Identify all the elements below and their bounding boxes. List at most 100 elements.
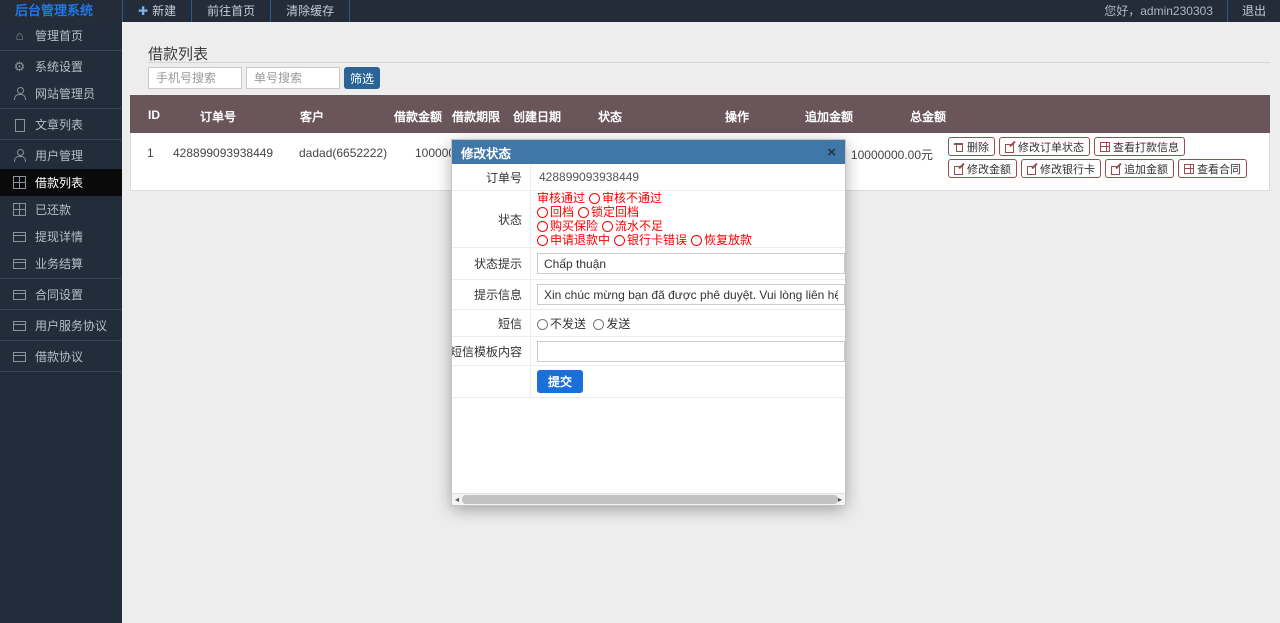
edit-icon (954, 164, 964, 175)
status-option-insufficient-flow[interactable]: 流水不足 (615, 219, 663, 233)
sidebar-item-home[interactable]: ⌂ 管理首页 (0, 22, 122, 49)
status-option-buy-insurance[interactable]: 购买保险 (550, 219, 598, 233)
cell-id: 1 (147, 146, 154, 160)
order-no-value: 428899093938449 (539, 170, 640, 184)
delete-button[interactable]: 删除 (948, 137, 995, 156)
column-header-order-no: 订单号 (200, 110, 237, 124)
actions-line-1: 删除 修改订单状态 查看打款信息 (948, 137, 1247, 156)
card-icon (13, 259, 26, 269)
filter-button[interactable]: 筛选 (344, 67, 380, 89)
sms-option-no-send[interactable]: 不发送 (550, 317, 586, 331)
menu-item-go-home[interactable]: 前往首页 (192, 0, 272, 22)
sidebar-item-users[interactable]: 用户管理 (0, 142, 122, 169)
sidebar-divider (0, 139, 122, 140)
edit-order-status-button[interactable]: 修改订单状态 (999, 137, 1090, 156)
order-search-input[interactable] (246, 67, 340, 89)
radio-buy-insurance[interactable] (537, 221, 548, 232)
radio-sms-no-send[interactable] (537, 318, 548, 330)
sidebar-item-withdrawals[interactable]: 提现详情 (0, 223, 122, 250)
sidebar-item-loan-agreement[interactable]: 借款协议 (0, 343, 122, 370)
sms-template-input[interactable] (537, 340, 845, 362)
edit-bank-card-button[interactable]: 修改银行卡 (1021, 159, 1101, 178)
radio-rollback[interactable] (537, 207, 548, 218)
radio-sms-send[interactable] (593, 318, 605, 330)
card-icon (13, 290, 26, 300)
cell-total-amount: 10000000.00元 (850, 148, 933, 162)
modal-row-order-no: 订单号 428899093938449 (452, 164, 845, 191)
logout-button[interactable]: 退出 (1226, 0, 1280, 22)
empty-label (452, 366, 531, 397)
sidebar-item-label: 用户管理 (35, 149, 84, 163)
status-option-resume-lending[interactable]: 恢复放款 (704, 233, 752, 247)
status-option-lock-rollback[interactable]: 锁定回档 (591, 205, 639, 219)
edit-amount-button[interactable]: 修改金额 (948, 159, 1017, 178)
modal-header[interactable]: 修改状态 × (452, 140, 845, 164)
card-icon (13, 352, 26, 362)
app-title: 后台管理系统 (15, 3, 94, 18)
sidebar-item-label: 已还款 (35, 203, 72, 217)
modal-empty-area (452, 398, 845, 493)
add-amount-button[interactable]: 追加金额 (1105, 159, 1174, 178)
sidebar-item-label: 业务结算 (35, 257, 84, 271)
action-label: 追加金额 (1124, 163, 1168, 176)
scrollbar-thumb[interactable] (462, 495, 838, 504)
modal-row-message: 提示信息 (452, 280, 845, 310)
user-icon (13, 149, 26, 162)
status-label: 状态 (452, 191, 531, 247)
menu-item-new-label: 新建 (152, 4, 177, 18)
sidebar-item-repaid[interactable]: 已还款 (0, 196, 122, 223)
sidebar-divider (0, 340, 122, 341)
radio-refund-applying[interactable] (537, 235, 548, 246)
order-no-label: 订单号 (452, 164, 531, 190)
cell-order-no: 428899093938449 (173, 146, 274, 160)
sidebar-item-label: 借款列表 (35, 176, 84, 190)
modal-row-status-hint: 状态提示 (452, 248, 845, 280)
sidebar-item-label: 系统设置 (35, 60, 84, 74)
column-header-loan-term: 借款期限 (452, 110, 501, 124)
sidebar-item-system-settings[interactable]: ⚙ 系统设置 (0, 53, 122, 80)
status-option-refund-applying[interactable]: 申请退款中 (550, 233, 610, 247)
column-header-loan-amount: 借款金额 (394, 110, 443, 124)
radio-bank-card-error[interactable] (614, 235, 626, 246)
edit-icon (1111, 164, 1121, 175)
title-divider (148, 62, 1270, 63)
radio-resume-lending[interactable] (691, 235, 703, 246)
sidebar-item-site-admin[interactable]: 网站管理员 (0, 80, 122, 107)
submit-button[interactable]: 提交 (537, 370, 584, 393)
close-icon[interactable]: × (827, 145, 836, 160)
phone-search-input[interactable] (148, 67, 242, 89)
status-options-line-3: 购买保险 流水不足 (537, 219, 756, 233)
scroll-right-arrow-icon[interactable]: ▸ (835, 494, 845, 505)
scroll-left-arrow-icon[interactable]: ◂ (452, 494, 462, 505)
message-input[interactable] (537, 284, 845, 305)
status-option-audit-pass[interactable]: 审核通过 (537, 191, 585, 205)
sidebar-divider (0, 309, 122, 310)
action-label: 查看打款信息 (1113, 141, 1179, 154)
sidebar-item-user-service-agreement[interactable]: 用户服务协议 (0, 312, 122, 339)
view-payment-info-button[interactable]: 查看打款信息 (1094, 137, 1185, 156)
status-option-bank-card-error[interactable]: 银行卡错误 (627, 233, 687, 247)
sidebar-divider (0, 50, 122, 51)
status-option-rollback[interactable]: 回档 (550, 205, 574, 219)
sidebar-item-settlement[interactable]: 业务结算 (0, 250, 122, 277)
sidebar-item-contract-settings[interactable]: 合同设置 (0, 281, 122, 308)
row-actions: 删除 修改订单状态 查看打款信息 修改金额 修改银行卡 追加金额 查看合同 (948, 137, 1247, 181)
radio-insufficient-flow[interactable] (602, 221, 614, 232)
modal-title: 修改状态 (461, 146, 512, 161)
status-option-audit-fail[interactable]: 审核不通过 (602, 191, 662, 205)
sms-option-send[interactable]: 发送 (606, 317, 630, 331)
menu-item-new[interactable]: ✚ 新建 (123, 0, 193, 22)
radio-audit-fail[interactable] (589, 193, 601, 204)
sidebar-item-label: 用户服务协议 (35, 319, 108, 333)
radio-lock-rollback[interactable] (578, 207, 590, 218)
sidebar-item-loans[interactable]: 借款列表 (0, 169, 122, 196)
status-hint-input[interactable] (537, 253, 845, 274)
modal-horizontal-scrollbar[interactable]: ◂ ▸ (452, 493, 845, 505)
grid-icon (13, 203, 26, 216)
view-contract-button[interactable]: 查看合同 (1178, 159, 1247, 178)
column-header-id: ID (148, 108, 160, 122)
menu-item-clear-cache[interactable]: 清除缓存 (271, 0, 351, 22)
sms-label: 短信 (452, 310, 531, 336)
sidebar-item-articles[interactable]: 文章列表 (0, 111, 122, 138)
